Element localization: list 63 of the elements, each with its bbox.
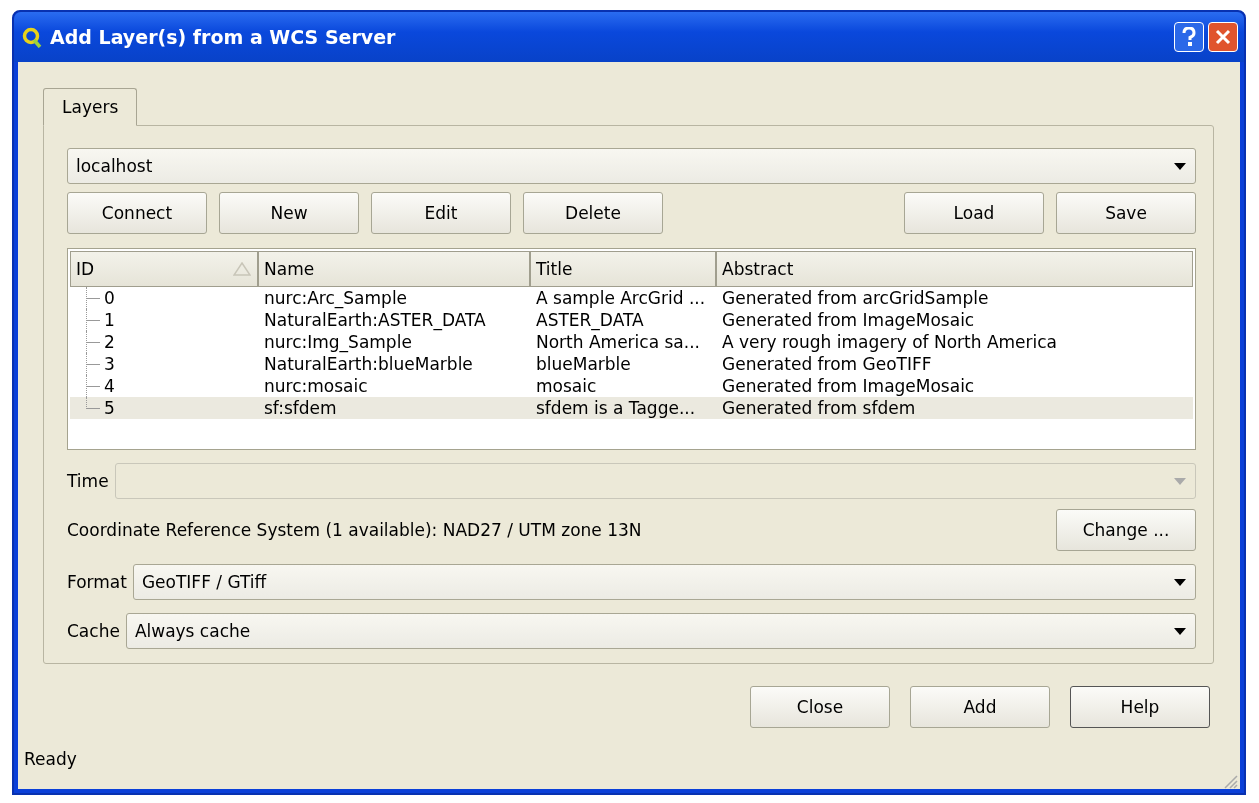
table-cell: sf:sfdem (264, 397, 337, 419)
server-button[interactable]: Delete (523, 192, 663, 234)
table-cell: NaturalEarth:blueMarble (264, 353, 473, 375)
close-icon[interactable] (1208, 22, 1238, 52)
server-button[interactable]: Edit (371, 192, 511, 234)
table-cell: 5 (104, 397, 115, 419)
format-dropdown[interactable]: GeoTIFF / GTiff (132, 564, 1196, 600)
tab[interactable]: Layers (43, 88, 138, 126)
table-cell: nurc:Img_Sample (264, 331, 412, 353)
table-cell: nurc:mosaic (264, 375, 368, 397)
table-cell: Generated from sfdem (722, 397, 916, 419)
table-cell: North America sa... (536, 331, 700, 353)
status-text: Ready (24, 748, 77, 769)
column-header[interactable]: Title (530, 251, 716, 287)
table-cell: NaturalEarth:ASTER_DATA (264, 309, 486, 331)
server-button[interactable]: Connect (67, 192, 207, 234)
column-header[interactable]: ID (70, 251, 258, 287)
table-cell: 4 (104, 375, 115, 397)
table-row[interactable]: 0 nurc:Arc_Sample A sample ArcGrid ... Generated from arcGridSample (70, 287, 1193, 309)
table-row[interactable]: 3 NaturalEarth:blueMarble blueMarble Generated from GeoTIFF (70, 353, 1193, 375)
table-cell: blueMarble (536, 353, 631, 375)
table-cell: A sample ArcGrid ... (536, 287, 706, 309)
table-cell: ASTER_DATA (536, 309, 644, 331)
table-cell: Generated from ImageMosaic (722, 375, 975, 397)
cache-dropdown[interactable]: Always cache (125, 613, 1196, 649)
dialog-button[interactable]: Close (750, 686, 890, 728)
table-cell: nurc:Arc_Sample (264, 287, 408, 309)
table-row[interactable]: 4 nurc:mosaic mosaic Generated from ImageMosaic (70, 375, 1193, 397)
table-cell: 1 (104, 309, 115, 331)
dialog-button[interactable]: Help (1070, 686, 1210, 728)
table-cell: mosaic (536, 375, 597, 397)
table-cell: Generated from arcGridSample (722, 287, 989, 309)
file-button[interactable]: Load (904, 192, 1044, 234)
dropdown-arrow-icon (1174, 162, 1186, 170)
cache-label: Cache (67, 621, 120, 641)
file-button[interactable]: Save (1056, 192, 1196, 234)
column-header[interactable]: Abstract (716, 251, 1193, 287)
help-icon[interactable] (1174, 22, 1204, 52)
window-title: Add Layer(s) from a WCS Server (50, 26, 397, 48)
dialog-button[interactable]: Add (910, 686, 1050, 728)
table-cell: 3 (104, 353, 115, 375)
sort-icon (233, 262, 251, 276)
column-header[interactable]: Name (258, 251, 530, 287)
resize-grip-icon (1222, 773, 1238, 789)
table-row[interactable]: 1 NaturalEarth:ASTER_DATA ASTER_DATA Generated from ImageMosaic (70, 309, 1193, 331)
table-cell: Generated from ImageMosaic (722, 309, 975, 331)
table-cell: A very rough imagery of North America (722, 331, 1058, 353)
server-button[interactable]: New (219, 192, 359, 234)
table-row[interactable]: 5 sf:sfdem sfdem is a Tagge... Generated from sfdem (70, 397, 1193, 419)
table-cell: 2 (104, 331, 115, 353)
q-logo-icon (22, 26, 42, 48)
change-button[interactable]: Change ... (1056, 509, 1196, 551)
table-row[interactable]: 2 nurc:Img_Sample North America sa... A very rough imagery of North America (70, 331, 1193, 353)
time-label: Time (67, 471, 109, 491)
table-cell: sfdem is a Tagge... (536, 397, 696, 419)
table-cell: Generated from GeoTIFF (722, 353, 932, 375)
dropdown-arrow-icon (1174, 578, 1186, 586)
table-cell: 0 (104, 287, 115, 309)
dropdown-arrow-icon (1174, 477, 1186, 485)
server-dropdown[interactable]: localhost (67, 148, 1196, 184)
dropdown-arrow-icon (1174, 627, 1186, 635)
format-label: Format (67, 572, 127, 592)
crs-label: Coordinate Reference System (1 available): NAD27 / UTM zone 13N (67, 520, 643, 540)
